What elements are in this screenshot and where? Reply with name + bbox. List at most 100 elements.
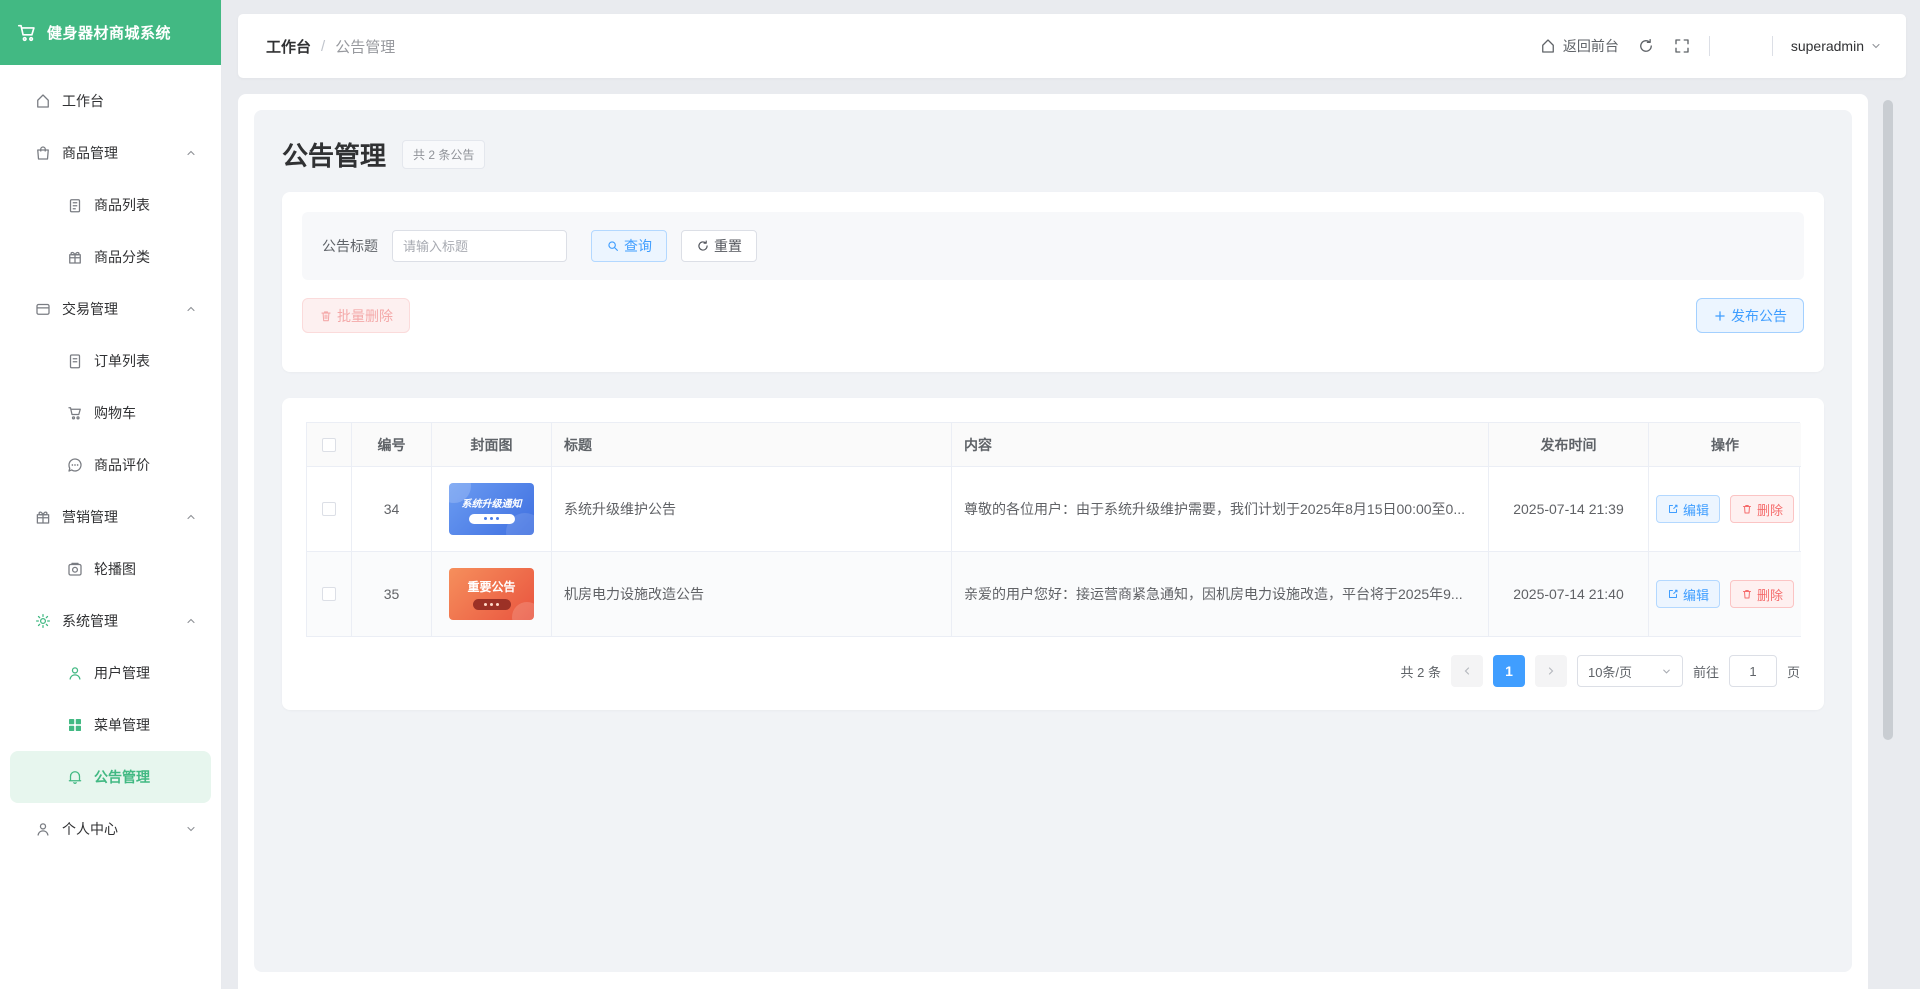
query-button[interactable]: 查询 — [591, 230, 667, 262]
search-icon — [608, 241, 618, 251]
chevron-right-icon — [1548, 667, 1554, 675]
sidebar-item-announcement-mgmt[interactable]: 公告管理 — [10, 751, 211, 803]
title-search-input[interactable] — [392, 230, 567, 262]
header-actions: 返回前台 superadmin — [1539, 36, 1882, 56]
goto-page-input[interactable] — [1728, 655, 1777, 687]
cart-icon — [68, 407, 81, 420]
chevron-up-icon — [187, 306, 195, 312]
goto-label: 前往 — [1692, 664, 1719, 680]
sidebar-item-product-mgmt[interactable]: 商品管理 — [0, 127, 221, 179]
pagination: 共 2 条 1 10条/页 前往 页 — [306, 655, 1800, 687]
divider — [1771, 36, 1773, 56]
sidebar-item-cart[interactable]: 购物车 — [0, 387, 221, 439]
table-header-row: 编号 封面图 标题 内容 发布时间 操作 — [307, 423, 1801, 467]
toolbar-row: 批量删除 发布公告 — [302, 298, 1804, 333]
page-size-select[interactable]: 10条/页 — [1576, 655, 1683, 687]
home-icon — [37, 94, 49, 108]
chevron-left-icon — [1464, 667, 1470, 675]
cover-badge — [472, 599, 511, 610]
chevron-down-icon — [1663, 669, 1670, 674]
plus-icon — [1715, 310, 1725, 321]
sidebar-item-trade-mgmt[interactable]: 交易管理 — [0, 283, 221, 335]
edit-icon — [1668, 504, 1678, 513]
next-page-button[interactable] — [1534, 655, 1567, 687]
username: superadmin — [1790, 38, 1864, 54]
menu-grid-icon — [69, 719, 81, 731]
delete-button[interactable]: 删除 — [1730, 580, 1795, 608]
edit-icon — [1668, 589, 1678, 598]
select-all-checkbox[interactable] — [322, 437, 336, 452]
col-header-id: 编号 — [352, 423, 432, 467]
count-badge: 共 2 条公告 — [402, 139, 486, 169]
sidebar-item-menu-mgmt[interactable]: 菜单管理 — [0, 699, 221, 751]
breadcrumb: 工作台 / 公告管理 — [266, 36, 395, 57]
page-panel: 公告管理 共 2 条公告 公告标题 查询 重置 批量删除 — [254, 110, 1852, 972]
camera-icon — [68, 562, 82, 576]
fullscreen-icon[interactable] — [1673, 37, 1691, 55]
trash-icon — [1743, 590, 1751, 599]
scrollbar-thumb[interactable] — [1883, 100, 1893, 740]
cell-time: 2025-07-14 21:39 — [1489, 467, 1649, 552]
chevron-up-icon — [187, 618, 195, 624]
prev-page-button[interactable] — [1450, 655, 1483, 687]
batch-delete-button[interactable]: 批量删除 — [302, 298, 410, 333]
table-card: 编号 封面图 标题 内容 发布时间 操作 34 系统升级通知 系统升级维护公告 … — [282, 398, 1824, 710]
cell-id: 35 — [352, 552, 432, 637]
row-checkbox[interactable] — [322, 502, 336, 516]
sidebar-item-product-list[interactable]: 商品列表 — [0, 179, 221, 231]
sidebar-item-banner[interactable]: 轮播图 — [0, 543, 221, 595]
reset-button[interactable]: 重置 — [681, 230, 757, 262]
edit-button[interactable]: 编辑 — [1655, 580, 1720, 608]
cell-content: 尊敬的各位用户：由于系统升级维护需要，我们计划于2025年8月15日00:00至… — [952, 467, 1489, 552]
home-icon — [1541, 39, 1554, 53]
app-title: 健身器材商城系统 — [47, 25, 172, 42]
sidebar-item-product-review[interactable]: 商品评价 — [0, 439, 221, 491]
sidebar-item-personal-center[interactable]: 个人中心 — [0, 803, 221, 855]
page-number-button[interactable]: 1 — [1492, 655, 1525, 687]
pagination-total: 共 2 条 — [1400, 664, 1441, 680]
cover-badge — [468, 513, 515, 524]
divider — [1708, 36, 1710, 56]
breadcrumb-workbench[interactable]: 工作台 — [266, 36, 311, 57]
goto-suffix: 页 — [1786, 664, 1800, 680]
credit-card-icon — [36, 303, 50, 315]
sidebar-item-marketing-mgmt[interactable]: 营销管理 — [0, 491, 221, 543]
back-to-front-button[interactable]: 返回前台 — [1539, 36, 1619, 56]
comment-icon — [68, 458, 82, 472]
sidebar-item-product-category[interactable]: 商品分类 — [0, 231, 221, 283]
user-icon — [69, 667, 81, 680]
breadcrumb-separator: / — [321, 37, 326, 55]
delete-button[interactable]: 删除 — [1730, 495, 1795, 523]
sidebar-item-order-list[interactable]: 订单列表 — [0, 335, 221, 387]
page-title: 公告管理 — [282, 140, 387, 171]
refresh-icon — [698, 240, 708, 251]
chevron-up-icon — [187, 150, 195, 156]
row-checkbox[interactable] — [322, 587, 336, 601]
publish-announcement-button[interactable]: 发布公告 — [1696, 298, 1804, 333]
main-content-card: 公告管理 共 2 条公告 公告标题 查询 重置 批量删除 — [238, 94, 1868, 989]
trash-icon — [1743, 505, 1751, 514]
cell-id: 34 — [352, 467, 432, 552]
cell-time: 2025-07-14 21:40 — [1489, 552, 1649, 637]
chevron-down-icon — [187, 826, 195, 832]
app-logo: 健身器材商城系统 — [0, 0, 221, 65]
page-header: 公告管理 共 2 条公告 — [282, 130, 1824, 178]
filter-card: 公告标题 查询 重置 批量删除 发布公告 — [282, 192, 1824, 372]
user-menu[interactable]: superadmin — [1791, 38, 1882, 54]
col-header-action: 操作 — [1649, 423, 1801, 467]
top-header: 工作台 / 公告管理 返回前台 superadmin — [238, 14, 1906, 78]
cell-title: 系统升级维护公告 — [552, 467, 952, 552]
sidebar-item-workbench[interactable]: 工作台 — [0, 75, 221, 127]
announcement-table: 编号 封面图 标题 内容 发布时间 操作 34 系统升级通知 系统升级维护公告 … — [306, 422, 1801, 637]
gift-icon — [36, 511, 50, 524]
sidebar-item-user-mgmt[interactable]: 用户管理 — [0, 647, 221, 699]
search-bar: 公告标题 查询 重置 — [302, 212, 1804, 280]
trash-icon — [321, 310, 331, 321]
gear-icon — [35, 613, 51, 629]
refresh-icon[interactable] — [1637, 37, 1655, 55]
col-header-content: 内容 — [952, 423, 1489, 467]
edit-button[interactable]: 编辑 — [1655, 495, 1720, 523]
table-row: 34 系统升级通知 系统升级维护公告 尊敬的各位用户：由于系统升级维护需要，我们… — [307, 467, 1801, 552]
sidebar-menu: 工作台 商品管理 商品列表 商品分类 交易管理 订单列表 购物车 商品评价 营销… — [0, 65, 221, 855]
sidebar-item-system-mgmt[interactable]: 系统管理 — [0, 595, 221, 647]
